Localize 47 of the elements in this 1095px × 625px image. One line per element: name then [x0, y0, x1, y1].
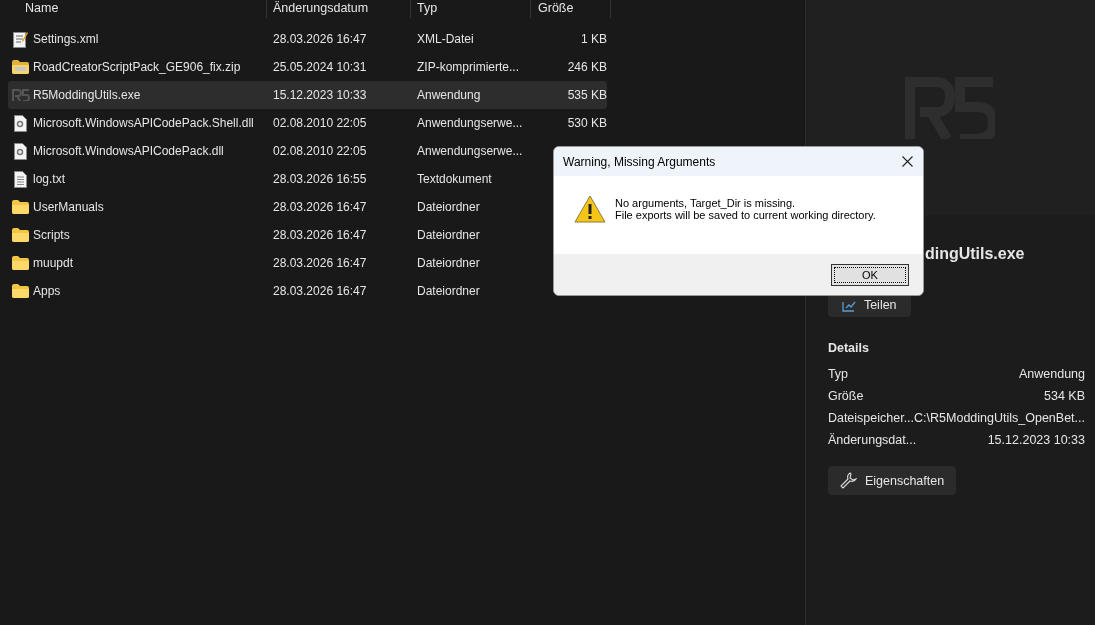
file-name: log.txt	[33, 172, 66, 186]
file-name: Microsoft.WindowsAPICodePack.Shell.dll	[33, 116, 255, 130]
detail-value: 15.12.2023 10:33	[987, 433, 1085, 447]
file-size: 535 KB	[566, 88, 607, 102]
file-type: XML-Datei	[417, 32, 475, 46]
file-name: UserManuals	[33, 200, 105, 214]
file-name: Apps	[33, 284, 62, 298]
detail-label: Änderungsdat...	[827, 433, 917, 447]
file-type: Anwendung	[417, 88, 482, 102]
file-size: 530 KB	[566, 116, 607, 130]
modified-date: 15.12.2023 10:33	[273, 88, 368, 102]
file-name: Scripts	[33, 228, 71, 242]
detail-label: Typ	[827, 367, 849, 381]
file-type: Dateiordner	[417, 256, 481, 270]
modified-date: 28.03.2026 16:47	[273, 284, 368, 298]
modified-date: 02.08.2010 22:05	[273, 144, 368, 158]
modified-date: 28.03.2026 16:47	[273, 256, 368, 270]
modified-date: 28.03.2026 16:47	[273, 32, 368, 46]
dialog-message: File exports will be saved to current working directory.	[615, 209, 876, 221]
modified-date: 02.08.2010 22:05	[273, 116, 368, 130]
detail-value: C:\R5ModdingUtils_OpenBet...	[914, 411, 1085, 425]
dialog-title: Warning, Missing Arguments	[563, 154, 716, 169]
file-name: muupdt	[33, 256, 75, 270]
detail-value: Anwendung	[1018, 367, 1085, 381]
file-name: R5ModdingUtils.exe	[33, 88, 142, 102]
file-type: Anwendungserwe...	[417, 116, 524, 130]
file-size: 1 KB	[580, 32, 607, 46]
file-name: RoadCreatorScriptPack_GE906_fix.zip	[33, 60, 242, 74]
detail-label: Größe	[827, 389, 864, 403]
file-name: Microsoft.WindowsAPICodePack.dll	[33, 144, 225, 158]
file-title: dingUtils.exe	[923, 245, 1026, 263]
file-type: Dateiordner	[417, 200, 481, 214]
file-type: Dateiordner	[417, 284, 481, 298]
modified-date: 28.03.2026 16:47	[273, 228, 368, 242]
file-type: Textdokument	[417, 172, 493, 186]
modified-date: 28.03.2026 16:55	[273, 172, 368, 186]
details-heading: Details	[827, 341, 870, 355]
detail-value: 534 KB	[1044, 389, 1085, 403]
file-name: Settings.xml	[33, 32, 100, 46]
dialog-message: No arguments, Target_Dir is missing.	[615, 197, 797, 209]
file-type: Anwendungserwe...	[417, 144, 524, 158]
modified-date: 28.03.2026 16:47	[273, 200, 368, 214]
modified-date: 25.05.2024 10:31	[273, 60, 368, 74]
file-type: ZIP-komprimierte...	[417, 60, 520, 74]
detail-label: Dateispeicher...	[827, 411, 915, 425]
file-type: Dateiordner	[417, 228, 481, 242]
file-size: 246 KB	[566, 60, 607, 74]
